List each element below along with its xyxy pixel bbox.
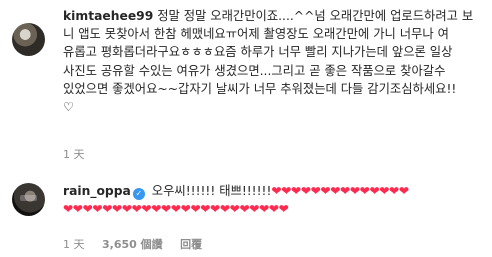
rain-oppa-avatar[interactable]	[12, 183, 45, 216]
comment-1-text-line-5: 있었으면 좋겠어요~~갑자기 날씨가 너무 추워졌는데 다들 감기조심하세요!!	[63, 81, 457, 96]
comment-1-text-line-2: 니 앱도 못찾아서 한참 헤맸네요ㅠ어제 촬영장도 오래간만에 가니 너무나 여	[63, 27, 449, 42]
verified-badge-icon: ✓	[132, 188, 145, 200]
avatar-logo-mark	[20, 195, 37, 201]
comment-1-timestamp[interactable]: 1 天	[63, 148, 85, 161]
comment-2-likes[interactable]: 3,650 個讚	[102, 238, 163, 251]
comment-1-text-line-4: 사진도 공유할 수있는 여유가 생겼으면...그리고 곧 좋은 작품으로 찾아갈…	[63, 63, 446, 78]
comment-2-reply-button[interactable]: 回覆	[180, 238, 202, 251]
comment-1-meta: 1 天	[63, 146, 99, 162]
comment-2: rain_oppa ✓ 오우씨!!!!!! 태쁘!!!!!!❤❤❤❤❤❤❤❤❤❤❤…	[63, 182, 409, 218]
comment-2-text: 오우씨!!!!!! 태쁘!!!!!!	[151, 184, 272, 198]
comment-1: kimtaehee99 정말 정말 오래간만이죠....^^넘 오래간만에 업로…	[63, 7, 473, 116]
comment-1-username[interactable]: kimtaehee99	[63, 9, 153, 23]
comment-2-hearts-line: ❤❤❤❤❤❤❤❤❤❤❤❤❤❤❤❤❤❤❤❤❤❤❤	[63, 202, 289, 217]
comment-1-text-line-3: 유롭고 평화롭더라구요ㅎㅎㅎ요즘 하루가 너무 빨리 지나가는데 앞으론 일상	[63, 45, 453, 60]
comment-2-username[interactable]: rain_oppa	[63, 184, 131, 198]
kimtaehee99-avatar[interactable]	[12, 23, 45, 56]
comment-1-text-line-1: 정말 정말 오래간만이죠....^^넘 오래간만에 업로드하려고 보	[157, 9, 474, 23]
comment-2-hearts-inline: ❤❤❤❤❤❤❤❤❤❤❤❤❤❤	[271, 184, 409, 198]
comment-2-timestamp[interactable]: 1 天	[63, 238, 85, 251]
comment-2-meta: 1 天 3,650 個讚 回覆	[63, 236, 216, 252]
comment-1-text-line-6: ♡	[63, 100, 75, 115]
